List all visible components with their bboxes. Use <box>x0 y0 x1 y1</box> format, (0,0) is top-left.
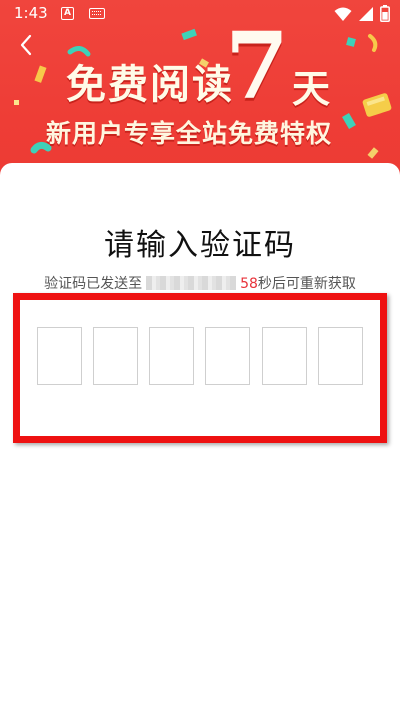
code-digit-box-6[interactable] <box>318 327 363 385</box>
code-digit-box-2[interactable] <box>93 327 138 385</box>
code-digit-box-3[interactable] <box>149 327 194 385</box>
banner-number: 7 <box>225 12 290 120</box>
code-digit-box-1[interactable] <box>37 327 82 385</box>
banner-title: 免费阅读 <box>66 62 234 108</box>
banner-unit: 天 <box>292 67 331 111</box>
page-title: 请输入验证码 <box>104 228 296 263</box>
masked-phone-number <box>146 276 237 290</box>
code-sent-prefix: 验证码已发送至 <box>44 276 143 292</box>
countdown-seconds: 58 <box>240 276 258 292</box>
code-digit-box-5[interactable] <box>262 327 307 385</box>
banner-subtitle: 新用户专享全站免费特权 <box>46 119 333 148</box>
code-sent-message: 验证码已发送至 58秒后可重新获取 <box>0 273 400 293</box>
code-digit-box-4[interactable] <box>205 327 250 385</box>
countdown-suffix: 秒后可重新获取 <box>257 276 356 292</box>
